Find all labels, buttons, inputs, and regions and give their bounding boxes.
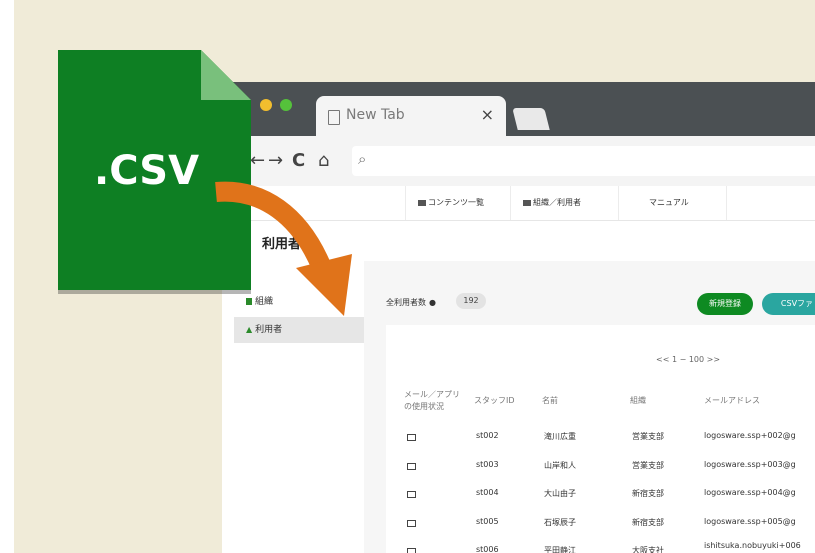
stage: New Tab × ← → C ⌂ ⌕ コンテンツ一覧 組織／利用者 マニュアル xyxy=(0,0,815,553)
arrow-shaft xyxy=(215,181,332,272)
import-arrow-icon xyxy=(215,181,352,316)
arrow-head xyxy=(296,254,352,316)
